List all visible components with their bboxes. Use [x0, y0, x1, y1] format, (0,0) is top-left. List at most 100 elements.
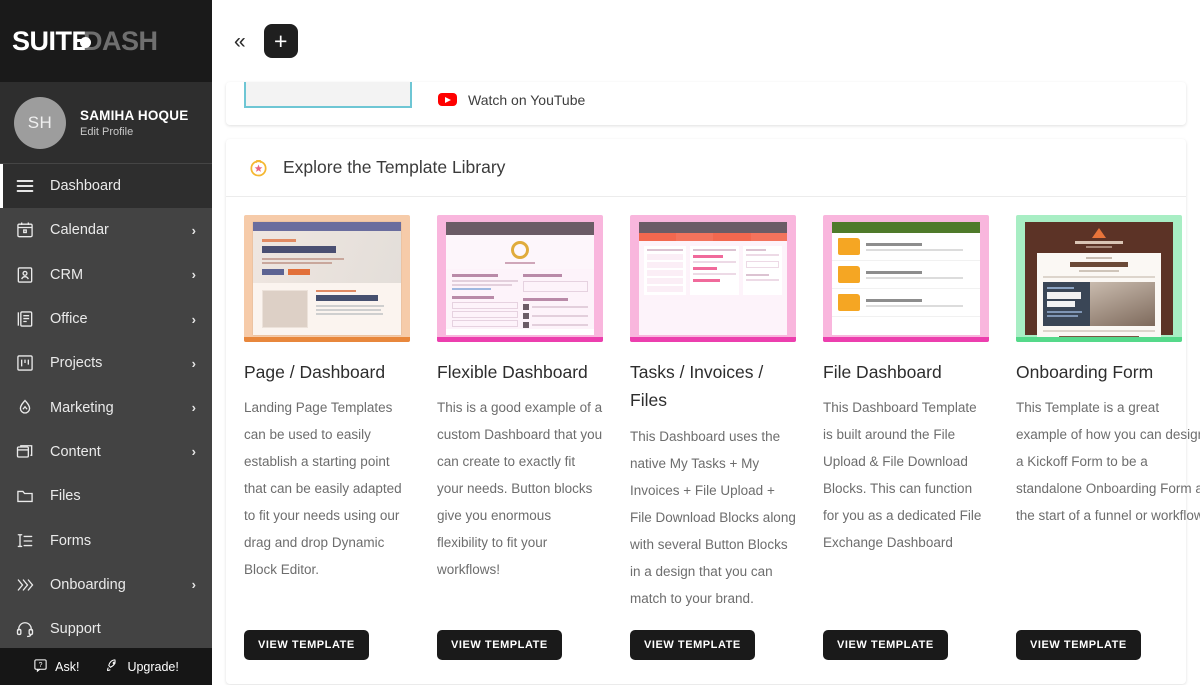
sidebar-item-label: Marketing — [50, 400, 178, 416]
upgrade-label: Upgrade! — [127, 660, 178, 674]
profile-block[interactable]: SH SAMIHA HOQUE Edit Profile — [0, 82, 212, 164]
ask-label: Ask! — [55, 660, 79, 674]
template-card: Onboarding Form This Template is a great … — [1016, 215, 1200, 660]
template-thumbnail[interactable] — [630, 215, 796, 342]
template-description: This Dashboard uses the native My Tasks … — [630, 423, 796, 612]
template-thumbnail[interactable] — [823, 215, 989, 342]
template-title: File Dashboard — [823, 358, 989, 386]
template-button-wrap: VIEW TEMPLATE — [437, 612, 603, 660]
chevron-right-icon: › — [192, 267, 196, 282]
sidebar-item-label: Dashboard — [50, 178, 212, 194]
template-button-wrap: VIEW TEMPLATE — [244, 612, 410, 660]
watch-on-youtube-link[interactable]: Watch on YouTube — [438, 92, 585, 108]
sidebar-item-content[interactable]: Content› — [0, 430, 212, 474]
youtube-play-icon — [438, 93, 457, 107]
sidebar-item-dashboard[interactable]: Dashboard — [0, 164, 212, 208]
template-card: File Dashboard This Dashboard Template is… — [823, 215, 1016, 660]
view-template-button[interactable]: VIEW TEMPLATE — [823, 630, 948, 660]
sidebar-item-label: Office — [50, 311, 178, 327]
sidebar-item-label: Onboarding — [50, 577, 178, 593]
document-phone-icon — [14, 308, 36, 330]
sidebar-item-marketing[interactable]: Marketing › — [0, 385, 212, 429]
sidebar-item-label: Files — [50, 488, 212, 504]
hamburger-menu-icon — [14, 175, 36, 197]
template-title: Flexible Dashboard — [437, 358, 603, 386]
calendar-icon — [14, 219, 36, 241]
question-bubble-icon: ? — [33, 658, 48, 676]
logo-text: SUITEDASH — [12, 26, 158, 57]
chevron-right-icon: › — [192, 577, 196, 592]
brand-logo[interactable]: SUITEDASH — [0, 0, 212, 82]
chevron-right-icon: › — [192, 223, 196, 238]
svg-text:?: ? — [39, 661, 43, 668]
sidebar-item-label: Content — [50, 444, 178, 460]
template-thumbnail[interactable] — [244, 215, 410, 342]
sidebar-item-calendar[interactable]: Calendar › — [0, 208, 212, 252]
template-card-body: Onboarding Form This Template is a great … — [1016, 215, 1200, 660]
sidebar-item-crm[interactable]: CRM › — [0, 253, 212, 297]
upgrade-button[interactable]: Upgrade! — [105, 658, 178, 676]
view-template-button[interactable]: VIEW TEMPLATE — [244, 630, 369, 660]
view-template-button[interactable]: VIEW TEMPLATE — [630, 630, 755, 660]
template-title: Page / Dashboard — [244, 358, 410, 386]
chevrons-right-icon — [14, 574, 36, 596]
template-thumbnail[interactable] — [1016, 215, 1182, 342]
template-button-wrap: VIEW TEMPLATE — [1016, 612, 1200, 660]
avatar: SH — [14, 97, 66, 149]
content-area: Watch on YouTube Explore the Template Li… — [212, 82, 1200, 684]
flame-icon — [14, 397, 36, 419]
template-description: This is a good example of a custom Dashb… — [437, 394, 603, 583]
sidebar: SUITEDASH SH SAMIHA HOQUE Edit Profile D… — [0, 0, 212, 685]
template-card: Flexible Dashboard This is a good example… — [437, 215, 630, 660]
chevron-right-icon: › — [192, 400, 196, 415]
sidebar-item-label: Calendar — [50, 222, 178, 238]
sidebar-item-label: Forms — [50, 533, 212, 549]
plus-icon[interactable]: + — [264, 24, 298, 58]
chevron-right-icon: › — [192, 356, 196, 371]
app-root: SUITEDASH SH SAMIHA HOQUE Edit Profile D… — [0, 0, 1200, 685]
template-card-body: File Dashboard This Dashboard Template is… — [823, 215, 989, 660]
edit-profile-link[interactable]: Edit Profile — [80, 126, 188, 138]
template-button-wrap: VIEW TEMPLATE — [823, 612, 989, 660]
sidebar-footer: ? Ask! Upgrade! — [0, 648, 212, 685]
logo-secondary: DASH — [83, 26, 158, 57]
template-card-body: Page / Dashboard Landing Page Templates c… — [244, 215, 410, 660]
kanban-board-icon — [14, 352, 36, 374]
video-embed-placeholder[interactable] — [244, 82, 412, 108]
main-content: « + Watch on YouTube — [212, 0, 1200, 685]
template-description: Landing Page Templates can be used to ea… — [244, 394, 410, 583]
compass-sparkle-icon — [248, 157, 269, 178]
template-card: Page / Dashboard Landing Page Templates c… — [244, 215, 437, 660]
profile-name: SAMIHA HOQUE — [80, 108, 188, 123]
video-card: Watch on YouTube — [226, 82, 1186, 125]
template-library-card: Explore the Template Library Page / Dash… — [226, 139, 1186, 684]
template-title: Tasks / Invoices / Files — [630, 358, 796, 415]
sidebar-item-projects[interactable]: Projects› — [0, 341, 212, 385]
form-list-icon — [14, 530, 36, 552]
template-grid: Page / Dashboard Landing Page Templates c… — [226, 197, 1186, 684]
template-description: This Dashboard Template is built around … — [823, 394, 989, 556]
ask-button[interactable]: ? Ask! — [33, 658, 79, 676]
template-thumbnail[interactable] — [437, 215, 603, 342]
headset-icon — [14, 618, 36, 640]
double-chevron-left-icon[interactable]: « — [230, 29, 250, 54]
template-button-wrap: VIEW TEMPLATE — [630, 612, 796, 660]
contact-card-icon — [14, 264, 36, 286]
topbar: « + — [212, 0, 1200, 82]
sidebar-item-onboarding[interactable]: Onboarding › — [0, 563, 212, 607]
template-library-title: Explore the Template Library — [283, 157, 505, 178]
sidebar-item-forms[interactable]: Forms — [0, 518, 212, 562]
template-card-body: Flexible Dashboard This is a good example… — [437, 215, 603, 660]
sidebar-item-files[interactable]: Files — [0, 474, 212, 518]
sidebar-item-label: CRM — [50, 267, 178, 283]
sidebar-item-support[interactable]: Support — [0, 607, 212, 648]
view-template-button[interactable]: VIEW TEMPLATE — [437, 630, 562, 660]
video-row: Watch on YouTube — [244, 82, 1168, 125]
sidebar-nav: DashboardCalendar›CRM›Office›Projects›Ma… — [0, 164, 212, 648]
sidebar-item-label: Support — [50, 621, 212, 637]
watch-on-youtube-label: Watch on YouTube — [468, 92, 585, 108]
sidebar-item-office[interactable]: Office› — [0, 297, 212, 341]
view-template-button[interactable]: VIEW TEMPLATE — [1016, 630, 1141, 660]
template-description: This Template is a great example of how … — [1016, 394, 1200, 529]
template-title: Onboarding Form — [1016, 358, 1200, 386]
